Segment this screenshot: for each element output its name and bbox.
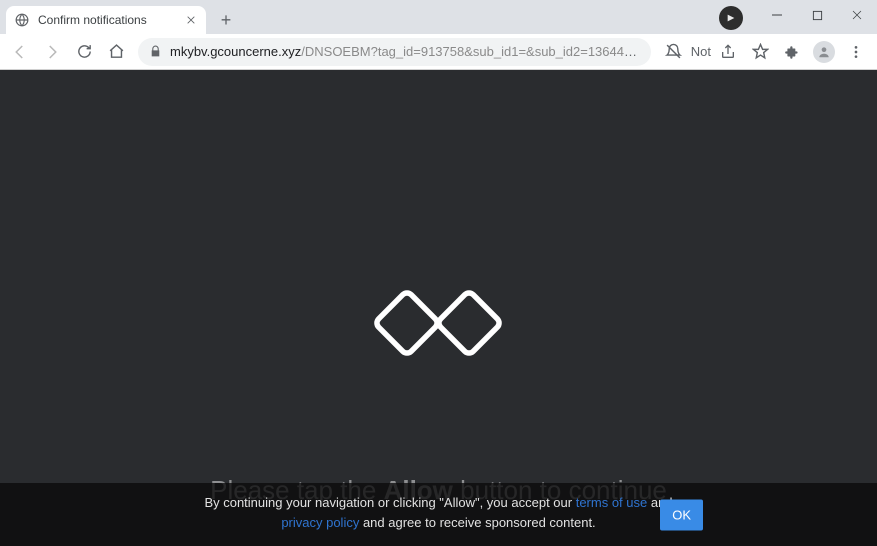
bookmark-button[interactable] — [745, 38, 775, 66]
close-window-button[interactable] — [837, 0, 877, 30]
url-path: /DNSOEBM?tag_id=913758&sub_id1=&sub_id2=… — [301, 44, 641, 59]
forward-button[interactable] — [38, 38, 66, 66]
browser-tab[interactable]: Confirm notifications — [6, 6, 206, 34]
menu-button[interactable] — [841, 38, 871, 66]
window-controls — [757, 0, 877, 30]
toolbar-right: Not — [659, 38, 871, 66]
share-button[interactable] — [713, 38, 743, 66]
page-content: Please tap the Allow button to continue … — [0, 70, 877, 546]
extensions-button[interactable] — [777, 38, 807, 66]
close-tab-button[interactable] — [184, 13, 198, 27]
tab-title: Confirm notifications — [38, 13, 176, 27]
lock-icon — [148, 45, 162, 59]
browser-toolbar: mkybv.gcouncerne.xyz/DNSOEBM?tag_id=9137… — [0, 34, 877, 70]
reload-button[interactable] — [70, 38, 98, 66]
notifications-blocked-icon[interactable] — [659, 38, 689, 66]
consent-text: By continuing your navigation or clickin… — [204, 493, 672, 532]
consent-line1-pre: By continuing your navigation or clickin… — [204, 495, 575, 510]
notification-status-label: Not — [691, 44, 711, 59]
browser-titlebar: Confirm notifications + — [0, 0, 877, 34]
globe-icon — [14, 12, 30, 28]
consent-line1-post: and agree to receive sponsored content. — [359, 515, 595, 530]
ok-button[interactable]: OK — [660, 499, 703, 530]
media-control-indicator[interactable] — [719, 6, 743, 30]
profile-button[interactable] — [809, 38, 839, 66]
avatar-icon — [813, 41, 835, 63]
loading-animation — [364, 282, 514, 362]
privacy-link[interactable]: privacy policy — [281, 515, 359, 530]
terms-link[interactable]: terms of use — [576, 495, 648, 510]
minimize-button[interactable] — [757, 0, 797, 30]
maximize-button[interactable] — [797, 0, 837, 30]
address-bar[interactable]: mkybv.gcouncerne.xyz/DNSOEBM?tag_id=9137… — [138, 38, 651, 66]
home-button[interactable] — [102, 38, 130, 66]
new-tab-button[interactable]: + — [212, 6, 240, 34]
url-text: mkybv.gcouncerne.xyz/DNSOEBM?tag_id=9137… — [170, 44, 641, 59]
consent-bar: By continuing your navigation or clickin… — [0, 483, 877, 546]
url-domain: mkybv.gcouncerne.xyz — [170, 44, 301, 59]
back-button[interactable] — [6, 38, 34, 66]
